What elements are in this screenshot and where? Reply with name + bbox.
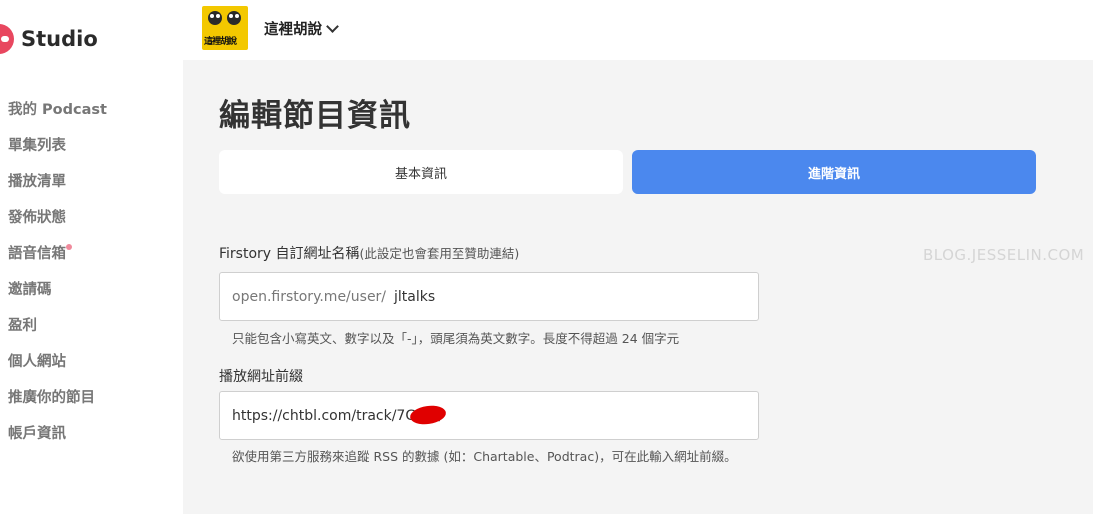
custom-url-sublabel: (此設定也會套用至贊助連結)	[359, 246, 520, 261]
chevron-down-icon	[326, 20, 339, 33]
play-prefix-help: 欲使用第三方服務來追蹤 RSS 的數據 (如：Chartable、Podtrac…	[232, 449, 737, 464]
custom-url-label-text: Firstory 自訂網址名稱	[219, 246, 360, 262]
watermark: BLOG.JESSELIN.COM	[923, 246, 1085, 264]
sidebar-item-account[interactable]: 帳戶資訊	[8, 422, 107, 458]
sidebar-item-monetization[interactable]: 盈利	[8, 314, 107, 350]
sidebar-item-invite-code[interactable]: 邀請碼	[8, 278, 107, 314]
sidebar-item-publish-status[interactable]: 發佈狀態	[8, 206, 107, 242]
custom-url-help: 只能包含小寫英文、數字以及「-」，頭尾須為英文數字。長度不得超過 24 個字元	[232, 331, 680, 346]
custom-url-label: Firstory 自訂網址名稱(此設定也會套用至贊助連結)	[219, 243, 519, 263]
main-content: 編輯節目資訊 基本資訊 進階資訊 Firstory 自訂網址名稱(此設定也會套用…	[183, 60, 1093, 514]
logo-text: Studio	[21, 27, 98, 51]
notification-dot	[66, 244, 72, 250]
sidebar-item-voicemail[interactable]: 語音信箱	[8, 242, 107, 278]
play-prefix-label: 播放網址前綴	[219, 369, 303, 385]
studio-logo[interactable]: Studio	[0, 24, 98, 54]
show-selector[interactable]: 這裡胡說	[264, 18, 339, 39]
cover-title: 這裡胡說	[204, 37, 237, 47]
tab-advanced-info[interactable]: 進階資訊	[632, 150, 1036, 194]
custom-url-value: jltalks	[394, 288, 436, 305]
cover-face-icon	[208, 11, 222, 25]
sidebar: Studio 我的 Podcast 單集列表 播放清單 發佈狀態 語音信箱 邀請…	[0, 0, 183, 514]
custom-url-input[interactable]: open.firstory.me/user/ jltalks	[219, 272, 759, 321]
url-prefix: open.firstory.me/user/	[232, 288, 387, 305]
sidebar-item-website[interactable]: 個人網站	[8, 350, 107, 386]
cover-face-icon	[227, 11, 241, 25]
sidebar-item-label: 語音信箱	[8, 246, 66, 262]
page-title: 編輯節目資訊	[219, 98, 411, 134]
sidebar-item-episodes[interactable]: 單集列表	[8, 134, 107, 170]
show-name: 這裡胡說	[264, 22, 322, 38]
sidebar-item-promote[interactable]: 推廣你的節目	[8, 386, 107, 422]
sidebar-nav: 我的 Podcast 單集列表 播放清單 發佈狀態 語音信箱 邀請碼 盈利 個人…	[8, 98, 107, 458]
tab-basic-info[interactable]: 基本資訊	[219, 150, 623, 194]
sidebar-item-playlists[interactable]: 播放清單	[8, 170, 107, 206]
play-prefix-input[interactable]: https://chtbl.com/track/7G 15/	[219, 391, 759, 440]
sidebar-item-my-podcast[interactable]: 我的 Podcast	[8, 98, 107, 134]
firstory-logo-icon	[0, 24, 14, 54]
show-cover-image[interactable]: 這裡胡說	[202, 6, 248, 50]
top-bar: 這裡胡說 這裡胡說	[183, 0, 1093, 60]
